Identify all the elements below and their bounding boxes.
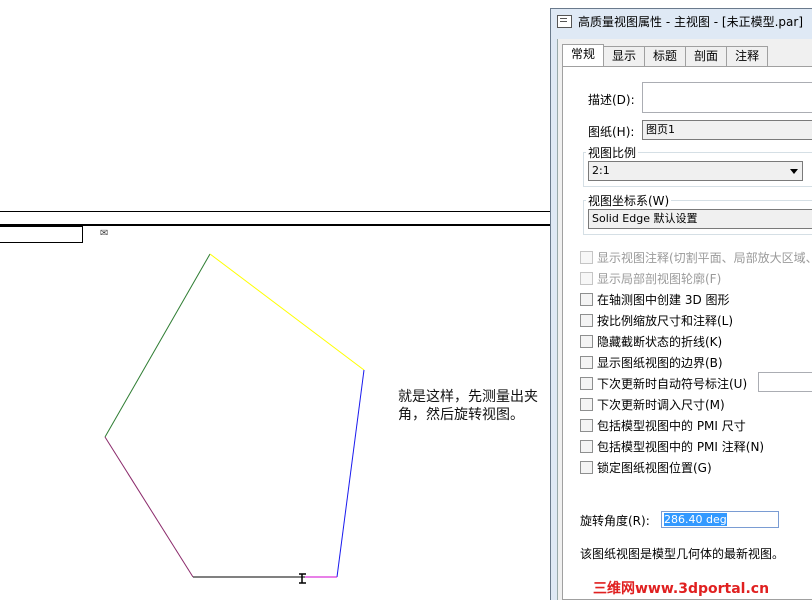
checkbox-pmi-annotations[interactable]: 包括模型视图中的 PMI 注释(N) bbox=[580, 438, 764, 454]
checkbox-create-3d[interactable]: 在轴测图中创建 3D 图形 bbox=[580, 291, 730, 307]
checkbox-label: 锁定图纸视图位置(G) bbox=[597, 460, 712, 475]
checkbox-label: 显示视图注释(切割平面、局部放大区域、 bbox=[597, 250, 812, 265]
rotation-label: 旋转角度(R): bbox=[580, 514, 650, 528]
dialog-title: 高质量视图属性 - 主视图 - [未正模型.par] bbox=[578, 14, 804, 29]
sheet-select-value: 图页1 bbox=[646, 123, 675, 136]
checkbox-show-detail-outline[interactable]: 显示局部剖视图轮廓(F) bbox=[580, 270, 721, 286]
checkbox-pmi-dimensions[interactable]: 包括模型视图中的 PMI 尺寸 bbox=[580, 417, 746, 433]
checkbox-label: 下次更新时自动符号标注(U) bbox=[597, 376, 748, 391]
coord-group-label: 视图坐标系(W) bbox=[586, 192, 672, 209]
scale-select-value: 2:1 bbox=[592, 164, 610, 177]
watermark-text: 三维网www.3dportal.cn bbox=[593, 581, 770, 597]
drawing-canvas[interactable]: ✉ 就是这样，先测量出夹角，然后旋转视图。 bbox=[0, 0, 552, 600]
auto-balloon-input[interactable] bbox=[758, 372, 812, 392]
checkbox-box[interactable] bbox=[580, 313, 593, 327]
description-input[interactable] bbox=[642, 82, 812, 113]
checkbox-label: 包括模型视图中的 PMI 尺寸 bbox=[597, 418, 746, 433]
checkbox-scale-dimensions[interactable]: 按比例缩放尺寸和注释(L) bbox=[580, 312, 733, 328]
checkbox-box[interactable] bbox=[580, 250, 593, 264]
view-properties-dialog: 高质量视图属性 - 主视图 - [未正模型.par] 常规 显示 标题 剖面 注… bbox=[550, 8, 812, 600]
checkbox-box[interactable] bbox=[580, 418, 593, 432]
tab-strip: 常规 显示 标题 剖面 注释 bbox=[558, 39, 812, 66]
checkbox-box[interactable] bbox=[580, 460, 593, 474]
checkbox-label: 显示局部剖视图轮廓(F) bbox=[597, 271, 722, 286]
chevron-down-icon bbox=[790, 169, 798, 174]
checkbox-retrieve-dimensions[interactable]: 下次更新时调入尺寸(M) bbox=[580, 396, 725, 412]
sheet-label: 图纸(H): bbox=[588, 125, 635, 139]
status-text: 该图纸视图是模型几何体的最新视图。 bbox=[580, 547, 785, 561]
tab-annotation[interactable]: 注释 bbox=[726, 46, 769, 66]
checkbox-label: 隐藏截断状态的折线(K) bbox=[597, 334, 723, 349]
checkbox-hide-break-lines[interactable]: 隐藏截断状态的折线(K) bbox=[580, 333, 722, 349]
coord-select[interactable]: Solid Edge 默认设置 bbox=[588, 209, 812, 229]
checkbox-box[interactable] bbox=[580, 397, 593, 411]
checkbox-box[interactable] bbox=[580, 334, 593, 348]
rotation-angle-value: 286.40 deg bbox=[664, 513, 727, 526]
scale-group-label: 视图比例 bbox=[586, 144, 639, 161]
checkbox-box[interactable] bbox=[580, 439, 593, 453]
checkbox-label: 下次更新时调入尺寸(M) bbox=[597, 397, 725, 412]
annotation-text: 就是这样，先测量出夹角，然后旋转视图。 bbox=[398, 389, 538, 423]
checkbox-box[interactable] bbox=[580, 376, 593, 390]
description-label: 描述(D): bbox=[588, 93, 635, 107]
checkbox-show-border[interactable]: 显示图纸视图的边界(B) bbox=[580, 354, 723, 370]
angle-marker-icon bbox=[299, 573, 306, 584]
coord-select-value: Solid Edge 默认设置 bbox=[592, 212, 698, 225]
rotation-angle-input[interactable]: 286.40 deg bbox=[661, 511, 779, 528]
checkbox-box[interactable] bbox=[580, 271, 593, 285]
checkbox-label: 在轴测图中创建 3D 图形 bbox=[597, 292, 730, 307]
checkbox-label: 显示图纸视图的边界(B) bbox=[597, 355, 723, 370]
sheet-select[interactable]: 图页1 bbox=[642, 120, 812, 140]
tab-section[interactable]: 剖面 bbox=[685, 46, 728, 66]
dialog-client-area: 常规 显示 标题 剖面 注释 描述(D): 图纸(H): 图页1 视图比例 2:… bbox=[557, 39, 812, 600]
edge-yellow[interactable] bbox=[209, 253, 365, 371]
tab-general[interactable]: 常规 bbox=[562, 44, 605, 66]
checkbox-label: 按比例缩放尺寸和注释(L) bbox=[597, 313, 734, 328]
checkbox-box[interactable] bbox=[580, 355, 593, 369]
edge-blue[interactable] bbox=[336, 369, 365, 578]
dialog-titlebar[interactable]: 高质量视图属性 - 主视图 - [未正模型.par] bbox=[551, 9, 812, 33]
checkbox-show-view-annotations[interactable]: 显示视图注释(切割平面、局部放大区域、 bbox=[580, 249, 812, 265]
tab-page-general: 描述(D): 图纸(H): 图页1 视图比例 2:1 视图坐标系(W) Soli… bbox=[562, 66, 812, 600]
edge-green[interactable] bbox=[104, 253, 211, 438]
pentagon-sketch[interactable] bbox=[0, 0, 552, 600]
edge-purple[interactable] bbox=[104, 436, 194, 578]
tab-display[interactable]: 显示 bbox=[603, 46, 646, 66]
checkbox-label: 包括模型视图中的 PMI 注释(N) bbox=[597, 439, 765, 454]
dialog-app-icon bbox=[557, 14, 572, 28]
tab-title[interactable]: 标题 bbox=[644, 46, 687, 66]
checkbox-lock-position[interactable]: 锁定图纸视图位置(G) bbox=[580, 459, 712, 475]
checkbox-auto-balloon[interactable]: 下次更新时自动符号标注(U) bbox=[580, 375, 747, 391]
scale-select[interactable]: 2:1 bbox=[588, 161, 803, 181]
checkbox-box[interactable] bbox=[580, 292, 593, 306]
